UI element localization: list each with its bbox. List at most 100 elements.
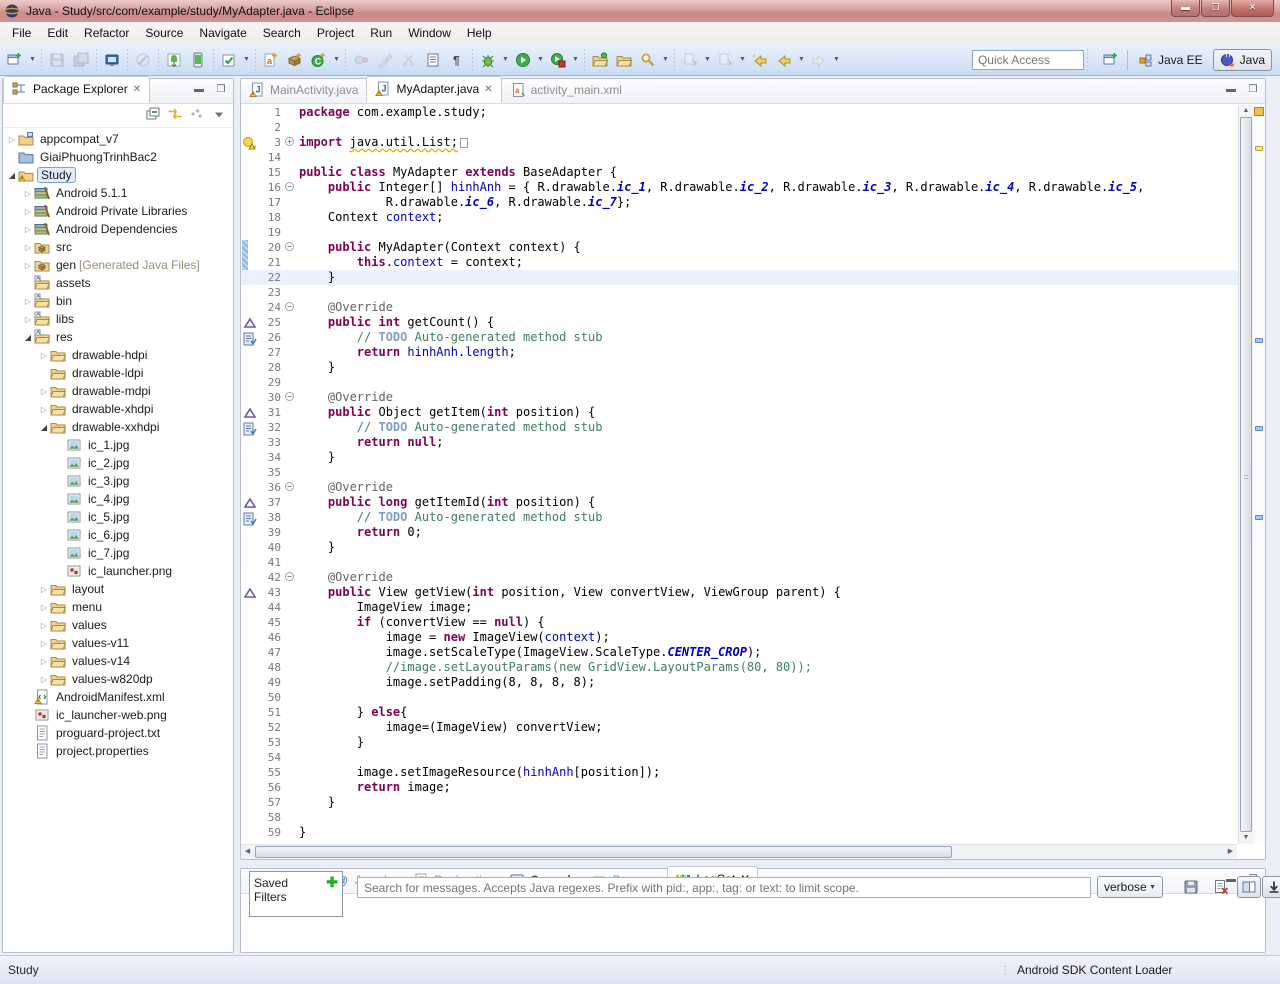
search-dropdown-icon[interactable]: ▼	[660, 48, 671, 72]
menu-source[interactable]: Source	[137, 23, 191, 43]
new-java-class-button[interactable]: C	[307, 48, 331, 72]
skip-all-breakpoints-button[interactable]	[131, 48, 155, 72]
scroll-down-icon[interactable]: ▼	[1239, 832, 1253, 844]
run-external-tools-dropdown-icon[interactable]: ▼	[570, 48, 581, 72]
debug-dropdown-icon[interactable]: ▼	[500, 48, 511, 72]
tree-item-values-w820dp[interactable]: ▷values-w820dp	[3, 670, 233, 688]
tree-item-values-v14[interactable]: ▷values-v14	[3, 652, 233, 670]
last-edit-location-button[interactable]	[748, 48, 772, 72]
tree-item-ic-launcher-web-png[interactable]: ic_launcher-web.png	[3, 706, 233, 724]
expand-icon[interactable]: ▷	[39, 675, 49, 684]
tree-item-bin[interactable]: ▷bin	[3, 292, 233, 310]
maximize-view-icon[interactable]: ❒	[213, 83, 229, 97]
next-annotation-dropdown-icon[interactable]: ▼	[737, 48, 748, 72]
scroll-lock-button[interactable]	[1262, 876, 1280, 898]
scroll-left-icon[interactable]: ◀	[241, 845, 254, 859]
tree-item-drawable-hdpi[interactable]: ▷drawable-hdpi	[3, 346, 233, 364]
save-all-button[interactable]	[69, 48, 93, 72]
tree-item-proguard-project-txt[interactable]: proguard-project.txt	[3, 724, 233, 742]
overview-marker[interactable]	[1255, 515, 1263, 520]
expand-icon[interactable]: ▷	[23, 261, 33, 270]
expand-icon[interactable]: ▷	[7, 135, 17, 144]
tree-item-ic-4-jpg[interactable]: ic_4.jpg	[3, 490, 233, 508]
log-level-dropdown[interactable]: verbose ▼	[1097, 876, 1163, 898]
tree-item-libs[interactable]: ▷libs	[3, 310, 233, 328]
menu-search[interactable]: Search	[255, 23, 309, 43]
tree-item-giaiphuongtrinhbac2[interactable]: GiaiPhuongTrinhBac2	[3, 148, 233, 166]
menu-file[interactable]: File	[4, 23, 39, 43]
tree-item-androidmanifest-xml[interactable]: AndroidManifest.xml	[3, 688, 233, 706]
maximize-view-icon[interactable]: ❒	[1245, 83, 1261, 97]
forward-button[interactable]	[807, 48, 831, 72]
expand-icon[interactable]: ▷	[39, 585, 49, 594]
expand-icon[interactable]: ▷	[39, 621, 49, 630]
perspective-java-ee[interactable]: Java EE	[1132, 50, 1209, 70]
overview-marker[interactable]	[1255, 426, 1263, 431]
restore-button[interactable]: ❐	[1201, 0, 1230, 17]
back-button[interactable]	[772, 48, 796, 72]
tree-item-android-private-libraries[interactable]: ▷Android Private Libraries	[3, 202, 233, 220]
tree-item-drawable-ldpi[interactable]: drawable-ldpi	[3, 364, 233, 382]
add-filter-icon[interactable]: ✚	[326, 876, 338, 912]
show-view-list-button[interactable]	[421, 48, 445, 72]
new-wizard-button[interactable]	[3, 48, 27, 72]
menu-navigate[interactable]: Navigate	[191, 23, 254, 43]
expand-icon[interactable]: ▷	[23, 189, 33, 198]
scroll-right-icon[interactable]: ▶	[1224, 845, 1237, 859]
collapse-icon[interactable]: ◢	[39, 423, 49, 432]
tree-item-drawable-xhdpi[interactable]: ▷drawable-xhdpi	[3, 400, 233, 418]
tree-item-ic-2-jpg[interactable]: ic_2.jpg	[3, 454, 233, 472]
minimize-view-icon[interactable]: ▬	[1223, 83, 1239, 97]
collapse-all-button[interactable]	[145, 106, 161, 125]
back-dropdown-icon[interactable]: ▼	[796, 48, 807, 72]
open-type-button[interactable]	[588, 48, 612, 72]
mark-occurrences-button[interactable]	[397, 48, 421, 72]
run-last-launched-button[interactable]	[217, 48, 241, 72]
android-sdk-manager-button[interactable]	[162, 48, 186, 72]
tree-item-res[interactable]: ◢res	[3, 328, 233, 346]
editor-tab-mainactivity-java[interactable]: JMainActivity.java	[241, 78, 366, 103]
run-dropdown-icon[interactable]: ▼	[535, 48, 546, 72]
code-editor[interactable]: 1package com.example.study;23+import jav…	[241, 105, 1265, 844]
minimize-view-icon[interactable]: ▬	[191, 83, 207, 97]
tree-item-android-5-1-1[interactable]: ▷Android 5.1.1	[3, 184, 233, 202]
android-virtual-device-manager-button[interactable]	[186, 48, 210, 72]
fold-collapse-icon[interactable]: −	[285, 182, 294, 191]
minimize-button[interactable]: ▬	[1171, 0, 1200, 17]
menu-refactor[interactable]: Refactor	[76, 23, 137, 43]
collapse-icon[interactable]: ◢	[23, 333, 33, 342]
overview-marker[interactable]	[1255, 338, 1263, 343]
tree-item-ic-6-jpg[interactable]: ic_6.jpg	[3, 526, 233, 544]
forward-dropdown-icon[interactable]: ▼	[831, 48, 842, 72]
search-button[interactable]	[636, 48, 660, 72]
tree-item-values[interactable]: ▷values	[3, 616, 233, 634]
editor-tab-activity-main-xml[interactable]: aactivity_main.xml	[502, 78, 630, 103]
run-button[interactable]	[511, 48, 535, 72]
expand-icon[interactable]: ▷	[39, 639, 49, 648]
expand-icon[interactable]: ▷	[39, 405, 49, 414]
new-java-class-dropdown-icon[interactable]: ▼	[331, 48, 342, 72]
debug-button[interactable]	[476, 48, 500, 72]
previous-annotation-dropdown-icon[interactable]: ▼	[702, 48, 713, 72]
next-annotation-button[interactable]	[713, 48, 737, 72]
menu-run[interactable]: Run	[362, 23, 400, 43]
tree-item-ic-5-jpg[interactable]: ic_5.jpg	[3, 508, 233, 526]
new-java-package-button[interactable]	[283, 48, 307, 72]
previous-annotation-button[interactable]	[678, 48, 702, 72]
tree-item-ic-1-jpg[interactable]: ic_1.jpg	[3, 436, 233, 454]
open-resource-button[interactable]	[612, 48, 636, 72]
expand-icon[interactable]: ▷	[23, 297, 33, 306]
tree-item-study[interactable]: ◢Study	[3, 166, 233, 184]
fold-expand-icon[interactable]: +	[285, 137, 294, 146]
clear-log-button[interactable]	[1209, 876, 1233, 898]
tree-item-ic-launcher-png[interactable]: ic_launcher.png	[3, 562, 233, 580]
collapsed-region-icon[interactable]	[460, 138, 468, 148]
tree-item-menu[interactable]: ▷menu	[3, 598, 233, 616]
expand-icon[interactable]: ▷	[39, 351, 49, 360]
tree-item-android-dependencies[interactable]: ▷Android Dependencies	[3, 220, 233, 238]
overview-ruler[interactable]	[1253, 105, 1265, 844]
expand-icon[interactable]: ▷	[23, 225, 33, 234]
run-external-tools-button[interactable]	[546, 48, 570, 72]
scroll-up-icon[interactable]: ▲	[1239, 105, 1253, 117]
logcat-search-input[interactable]	[357, 877, 1091, 898]
